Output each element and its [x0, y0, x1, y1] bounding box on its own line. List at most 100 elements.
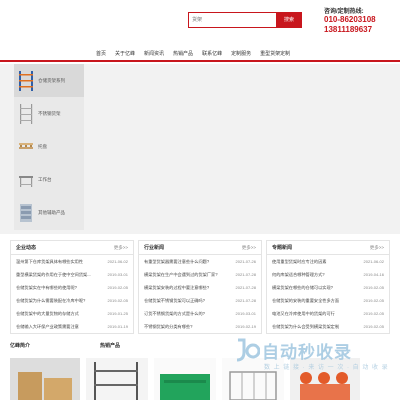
- box-title: 专题新闻: [272, 245, 293, 251]
- search-input[interactable]: [188, 12, 276, 28]
- list-item-title[interactable]: 横梁货架在哪些的仓储可以实现?: [272, 285, 358, 291]
- warehouse-rack-icon: [19, 70, 33, 91]
- category-item-stainless-rack[interactable]: 不锈钢货架: [14, 97, 84, 130]
- list-item-title[interactable]: 仓储货架实在中有哪些的使用呢?: [16, 285, 102, 291]
- list-item-date: 2019-03-01: [235, 311, 256, 316]
- list-item[interactable]: 仓储货架的安装的重要安全性多方面 2019-02-05: [267, 294, 389, 307]
- list-item-date: 2019-02-05: [107, 298, 128, 303]
- list-item[interactable]: 仓储货架实在中有哪些的使用呢? 2019-02-05: [11, 281, 133, 294]
- product-crate-image[interactable]: [154, 358, 216, 400]
- box-header: 行业新闻 更多>>: [139, 241, 261, 255]
- list-item-date: 2019-01-25: [107, 311, 128, 316]
- category-menu: 仓储货架系列 不锈钢货架 托盘 工作台 其他辅助产品: [14, 64, 84, 230]
- list-item[interactable]: 仓储货架为什么会受到横梁货架定制 2019-02-05: [267, 320, 389, 333]
- list-item[interactable]: 重型横梁货架的作用在于使中空间货架... 2019-03-01: [11, 268, 133, 281]
- box-title: 企业动态: [16, 245, 37, 251]
- list-item[interactable]: 仓储货架中的大量货物的存储方式 2019-01-25: [11, 307, 133, 320]
- category-item-workbench[interactable]: 工作台: [14, 163, 84, 196]
- nav-news[interactable]: 新闻资讯: [144, 48, 164, 60]
- list-item[interactable]: 电池又在冷库使用中的货架的可行 2019-02-05: [267, 307, 389, 320]
- box-header: 专题新闻 更多>>: [267, 241, 389, 255]
- list-item-date: 2021-06-02: [363, 259, 384, 264]
- list-item[interactable]: 仓储货架不锈钢货架可以正确吗? 2021-07-28: [139, 294, 261, 307]
- list-item-date: 2021-07-28: [235, 272, 256, 277]
- list-item-date: 2019-02-05: [363, 324, 384, 329]
- more-link[interactable]: 更多>>: [114, 245, 128, 251]
- nav-custom-service[interactable]: 定制服务: [231, 48, 251, 60]
- industry-news-box: 行业新闻 更多>> 有重型货架器需要注意些什么问题? 2021-07-26 横梁货…: [138, 240, 262, 334]
- category-label: 工作台: [38, 176, 52, 182]
- list-item-date: 2019-03-01: [107, 272, 128, 277]
- news-sections: 企业动态 更多>> 温州第下仓库货架具体有哪些实用性 2021-06-02 重型横…: [10, 240, 390, 334]
- list-item[interactable]: 横梁货架安装的过程中要注意哪些? 2021-07-28: [139, 281, 261, 294]
- list-item[interactable]: 仓储输入大环保产业政策需要注意 2019-01-19: [11, 320, 133, 333]
- company-news-box: 企业动态 更多>> 温州第下仓库货架具体有哪些实用性 2021-06-02 重型横…: [10, 240, 134, 334]
- nav-hot-products[interactable]: 热销产品: [173, 48, 193, 60]
- list-item-title[interactable]: 仓储货架的安装的重要安全性多方面: [272, 298, 358, 304]
- company-photo[interactable]: [10, 358, 80, 400]
- list-item[interactable]: 横梁货架在生产中会遇到过的货架厂家? 2021-07-28: [139, 268, 261, 281]
- product-rack-image[interactable]: [86, 358, 148, 400]
- category-item-warehouse-rack[interactable]: 仓储货架系列: [14, 64, 84, 97]
- list-item-date: 2019-02-19: [235, 324, 256, 329]
- special-news-box: 专题新闻 更多>> 使用重型货架时应专注的因素 2021-06-02 何的库架适合…: [266, 240, 390, 334]
- more-link[interactable]: 更多>>: [242, 245, 256, 251]
- list-item-date: 2019-02-05: [363, 311, 384, 316]
- list-item-title[interactable]: 有重型货架器需要注意些什么问题?: [144, 259, 230, 265]
- list-item[interactable]: 使用重型货架时应专注的因素 2021-06-02: [267, 255, 389, 268]
- cabinet-icon: [20, 203, 32, 222]
- main-nav: 首页 关于亿峰 新闻资讯 热销产品 联系亿峰 定制服务 重型货架定制: [0, 48, 400, 62]
- hotline-mobile: 13811189637: [324, 25, 373, 34]
- list-item[interactable]: 温州第下仓库货架具体有哪些实用性 2021-06-02: [11, 255, 133, 268]
- list-item-title[interactable]: 电池又在冷库使用中的货架的可行: [272, 311, 358, 317]
- list-item[interactable]: 何的库架适合哪种管理方式? 2019-04-16: [267, 268, 389, 281]
- hot-products-heading[interactable]: 热销产品: [100, 342, 120, 356]
- watermark-logo-icon: [236, 338, 260, 362]
- category-label: 其他辅助产品: [38, 209, 65, 215]
- category-label: 仓储货架系列: [38, 77, 65, 83]
- list-item-date: 2019-01-19: [107, 324, 128, 329]
- list-item-title[interactable]: 何的库架适合哪种管理方式?: [272, 272, 358, 278]
- list-item-title[interactable]: 仓储货架为什么会受到横梁货架定制: [272, 324, 358, 330]
- list-item-title[interactable]: 温州第下仓库货架具体有哪些实用性: [16, 259, 102, 265]
- list-item[interactable]: 横梁货架在哪些的仓储可以实现? 2019-02-05: [267, 281, 389, 294]
- category-item-accessories[interactable]: 其他辅助产品: [14, 196, 84, 229]
- list-item-title[interactable]: 横梁货架在生产中会遇到过的货架厂家?: [144, 272, 230, 278]
- nav-contact[interactable]: 联系亿峰: [202, 48, 222, 60]
- nav-heavy-rack[interactable]: 重型货架定制: [260, 48, 290, 60]
- list-item-date: 2021-07-28: [235, 285, 256, 290]
- hotline: 咨询/定制热线: 010-86203108 13811189637: [324, 6, 376, 35]
- list-item-date: 2019-04-16: [363, 272, 384, 277]
- search-button[interactable]: 搜索: [276, 12, 302, 28]
- list-item[interactable]: 仓储货架为什么需要装配在冷库中呢? 2019-02-05: [11, 294, 133, 307]
- list-item-title[interactable]: 横梁货架安装的过程中要注意哪些?: [144, 285, 230, 291]
- list-item-title[interactable]: 不锈钢货架的分类有哪些?: [144, 324, 230, 330]
- box-header: 企业动态 更多>>: [11, 241, 133, 255]
- company-intro-heading[interactable]: 亿峰简介: [10, 342, 100, 356]
- list-item-title[interactable]: 仓储货架中的大量货物的存储方式: [16, 311, 102, 317]
- list-item[interactable]: 不锈钢货架的分类有哪些? 2019-02-19: [139, 320, 261, 333]
- more-link[interactable]: 更多>>: [370, 245, 384, 251]
- hotline-phone: 010-86203108: [324, 15, 376, 24]
- list-item-date: 2019-02-05: [363, 285, 384, 290]
- list-item-date: 2021-07-28: [235, 298, 256, 303]
- pallet-icon: [19, 142, 33, 149]
- list-item-title[interactable]: 仓储输入大环保产业政策需要注意: [16, 324, 102, 330]
- list-item-title[interactable]: 订货不锈钢货架的方式是什么的?: [144, 311, 230, 317]
- box-title: 行业新闻: [144, 245, 165, 251]
- list-item[interactable]: 有重型货架器需要注意些什么问题? 2021-07-26: [139, 255, 261, 268]
- list-item-date: 2019-02-05: [363, 298, 384, 303]
- list-item-title[interactable]: 重型横梁货架的作用在于使中空间货架...: [16, 272, 102, 278]
- search-bar: 搜索: [188, 12, 302, 28]
- category-label: 不锈钢货架: [38, 110, 61, 116]
- list-item-title[interactable]: 使用重型货架时应专注的因素: [272, 259, 358, 265]
- list-item[interactable]: 订货不锈钢货架的方式是什么的? 2019-03-01: [139, 307, 261, 320]
- list-item-date: 2021-06-02: [107, 259, 128, 264]
- list-item-title[interactable]: 仓储货架不锈钢货架可以正确吗?: [144, 298, 230, 304]
- list-item-title[interactable]: 仓储货架为什么需要装配在冷库中呢?: [16, 298, 102, 304]
- category-item-pallet[interactable]: 托盘: [14, 130, 84, 163]
- nav-about[interactable]: 关于亿峰: [115, 48, 135, 60]
- nav-home[interactable]: 首页: [96, 48, 106, 60]
- list-item-date: 2021-07-26: [235, 259, 256, 264]
- list-item-date: 2019-02-05: [107, 285, 128, 290]
